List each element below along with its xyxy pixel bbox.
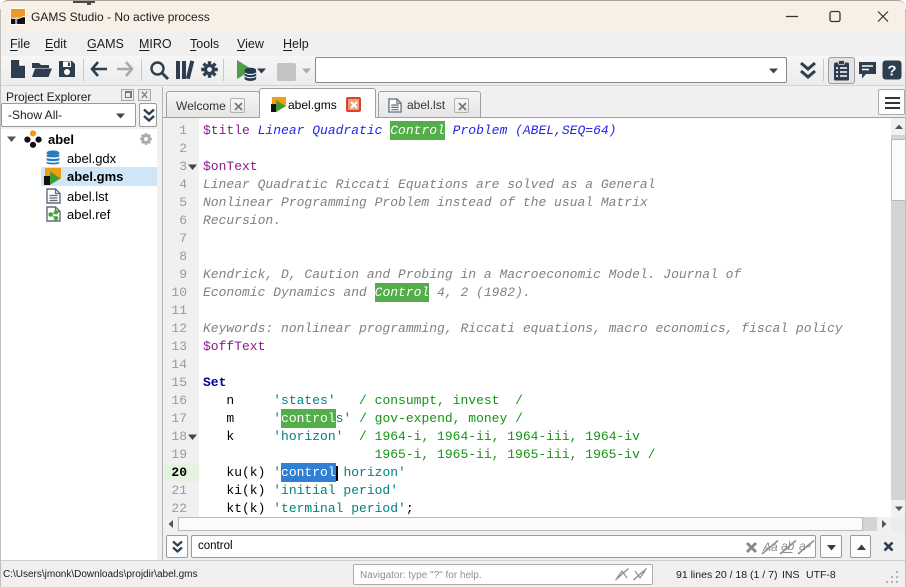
svg-text:?: ? (887, 63, 896, 80)
